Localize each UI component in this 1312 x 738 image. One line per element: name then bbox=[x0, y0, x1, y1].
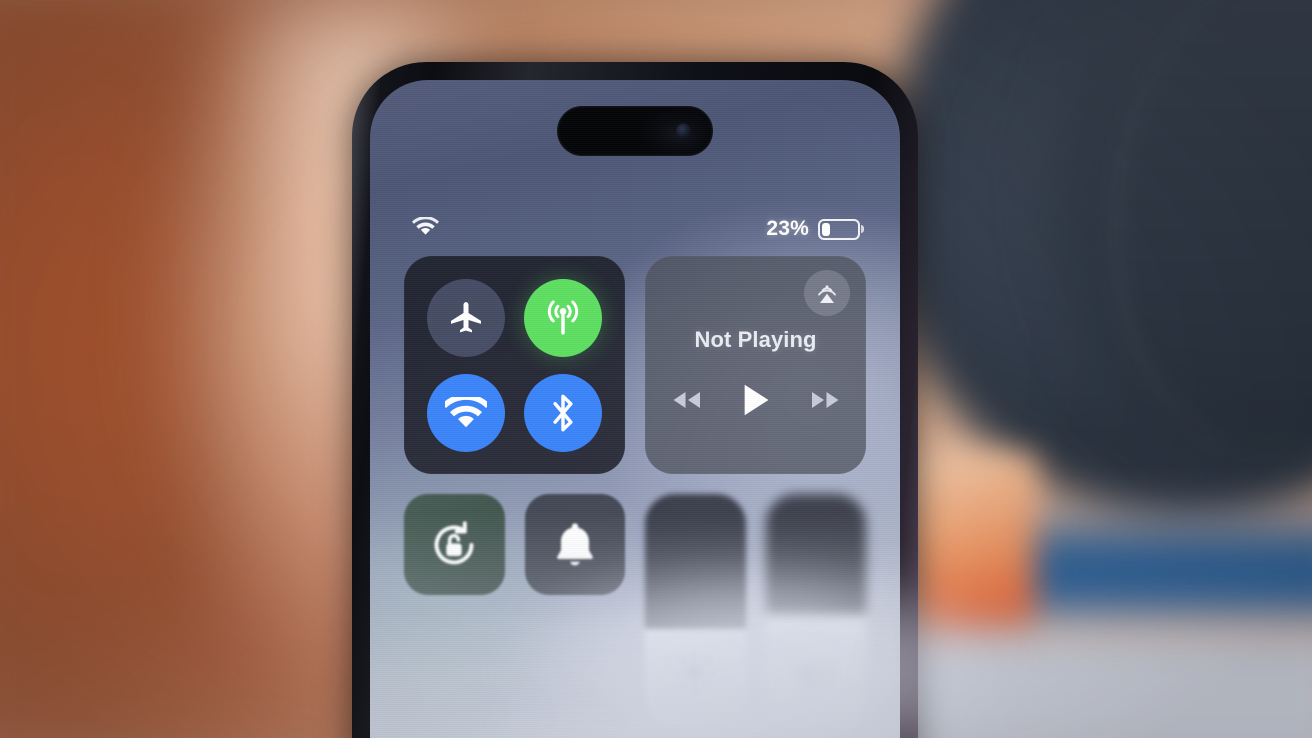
battery-tip bbox=[860, 225, 864, 233]
media-transport-controls bbox=[669, 383, 843, 417]
connectivity-module bbox=[404, 256, 626, 474]
status-bar: 23% bbox=[370, 212, 900, 246]
cellular-data-button[interactable] bbox=[523, 278, 602, 357]
cellular-antenna-icon bbox=[547, 299, 578, 335]
play-icon bbox=[744, 384, 768, 416]
bluetooth-button[interactable] bbox=[523, 373, 602, 452]
foreground-blur-veil bbox=[520, 560, 1080, 738]
media-player-module: Not Playing bbox=[645, 256, 866, 474]
battery-percent-label: 23% bbox=[766, 217, 809, 240]
airplane-mode-button[interactable] bbox=[427, 278, 506, 357]
play-button[interactable] bbox=[741, 383, 771, 417]
wifi-icon bbox=[445, 396, 488, 427]
fast-forward-button[interactable] bbox=[807, 388, 843, 412]
dynamic-island[interactable] bbox=[557, 106, 713, 156]
front-camera-icon bbox=[676, 123, 691, 139]
airplane-icon bbox=[451, 301, 482, 332]
wifi-button[interactable] bbox=[427, 373, 506, 452]
photo-scene: 23% Not Playing bbox=[0, 0, 1312, 738]
now-playing-title: Not Playing bbox=[694, 327, 817, 352]
rotation-lock-icon bbox=[434, 520, 474, 564]
control-center-row-1: Not Playing bbox=[404, 256, 866, 474]
fast-forward-icon bbox=[811, 392, 839, 408]
airplay-button[interactable] bbox=[804, 270, 850, 316]
rewind-button[interactable] bbox=[669, 388, 705, 412]
battery-fill bbox=[822, 222, 831, 236]
airplay-icon bbox=[818, 285, 836, 303]
rewind-icon bbox=[673, 392, 700, 408]
rotation-lock-button[interactable] bbox=[404, 494, 505, 595]
wifi-icon bbox=[412, 215, 439, 242]
bluetooth-icon bbox=[553, 394, 573, 431]
battery-icon bbox=[818, 218, 864, 240]
